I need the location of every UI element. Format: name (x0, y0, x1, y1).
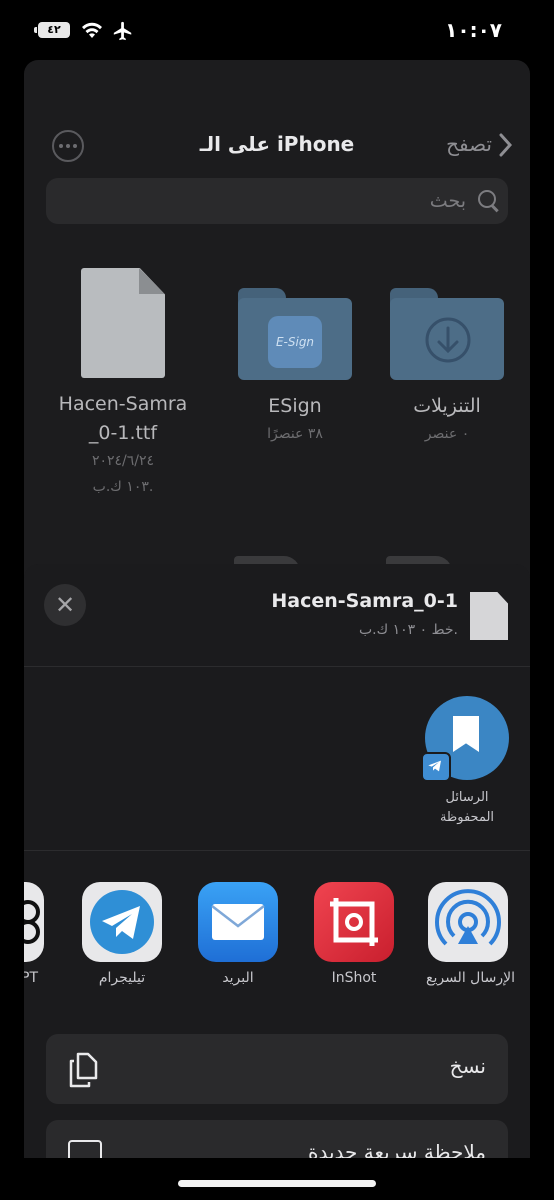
search-field[interactable]: بحث (46, 178, 508, 224)
saved-messages-avatar (421, 696, 509, 782)
item-date: ٢٠٢٤/٦/٢٤ (91, 453, 155, 469)
home-indicator[interactable] (178, 1180, 376, 1187)
app-telegram[interactable]: تيليجرام (80, 882, 164, 986)
document-icon (470, 592, 508, 640)
item-name: التنزيلات (413, 395, 481, 417)
divider (24, 850, 530, 851)
close-icon: ✕ (54, 591, 76, 619)
files-browser: على الـ iPhone تصفح بحث التنزيلات ٠ عنصر… (24, 60, 530, 620)
contact-saved-messages[interactable]: الرسائل المحفوظة (421, 696, 510, 828)
airplane-icon (112, 20, 134, 46)
search-placeholder: بحث (429, 190, 466, 212)
esign-folder-icon: E-Sign (238, 288, 352, 380)
shared-file-info: خط ٠ ١٠٣ ك.ب. (358, 622, 458, 638)
app-label: PT (24, 970, 38, 986)
esign-badge: E-Sign (268, 316, 322, 368)
folder-esign[interactable]: E-Sign ESign ٣٨ عنصرًا (220, 260, 370, 447)
download-folder-icon (390, 288, 504, 380)
app-inshot[interactable]: InShot (312, 882, 396, 986)
action-copy[interactable]: نسخ (46, 1034, 508, 1104)
telegram-icon (82, 882, 162, 962)
app-chatgpt[interactable]: PT (24, 882, 46, 986)
folder-downloads[interactable]: التنزيلات ٠ عنصر (372, 260, 522, 447)
share-sheet: ✕ Hacen-Samra_0-1 خط ٠ ١٠٣ ك.ب. الرسائل … (24, 564, 530, 1164)
battery-indicator: ٤٢ (34, 22, 70, 38)
chatgpt-icon (24, 882, 44, 962)
shared-file-name: Hacen-Samra_0-1 (271, 590, 458, 612)
app-label: InShot (331, 970, 377, 986)
mail-icon (198, 882, 278, 962)
airdrop-icon (428, 882, 508, 962)
app-airdrop[interactable]: الإرسال السريع (426, 882, 515, 986)
file-hacen-samra[interactable]: Hacen-Samra_0-1.ttf ٢٠٢٤/٦/٢٤ ١٠٣ ك.ب. (48, 260, 198, 500)
contact-label-line2: المحفوظة (439, 810, 495, 825)
search-icon (478, 190, 496, 208)
close-button[interactable]: ✕ (44, 584, 86, 626)
document-icon (81, 268, 165, 378)
status-time: ١٠:٠٧ (445, 18, 502, 42)
wifi-icon (80, 20, 104, 44)
divider (24, 666, 530, 667)
copy-icon (68, 1052, 100, 1092)
telegram-badge-icon (421, 752, 451, 782)
inshot-icon (314, 882, 394, 962)
item-meta: ٠ عنصر (424, 426, 470, 442)
back-label: تصفح (446, 132, 492, 156)
item-meta: ٣٨ عنصرًا (267, 426, 323, 442)
contact-label-line1: الرسائل (445, 790, 489, 805)
app-label: تيليجرام (98, 970, 146, 986)
app-label: الإرسال السريع (426, 970, 515, 986)
item-size: ١٠٣ ك.ب. (92, 479, 154, 495)
bookmark-icon (453, 716, 479, 752)
chevron-right-icon (496, 132, 520, 158)
app-mail[interactable]: البريد (196, 882, 280, 986)
action-label: نسخ (449, 1054, 486, 1078)
item-name: ESign (268, 395, 322, 417)
bottom-mask (0, 1158, 554, 1200)
app-label: البريد (222, 970, 254, 986)
item-name: Hacen-Samra_0-1.ttf (58, 393, 188, 444)
